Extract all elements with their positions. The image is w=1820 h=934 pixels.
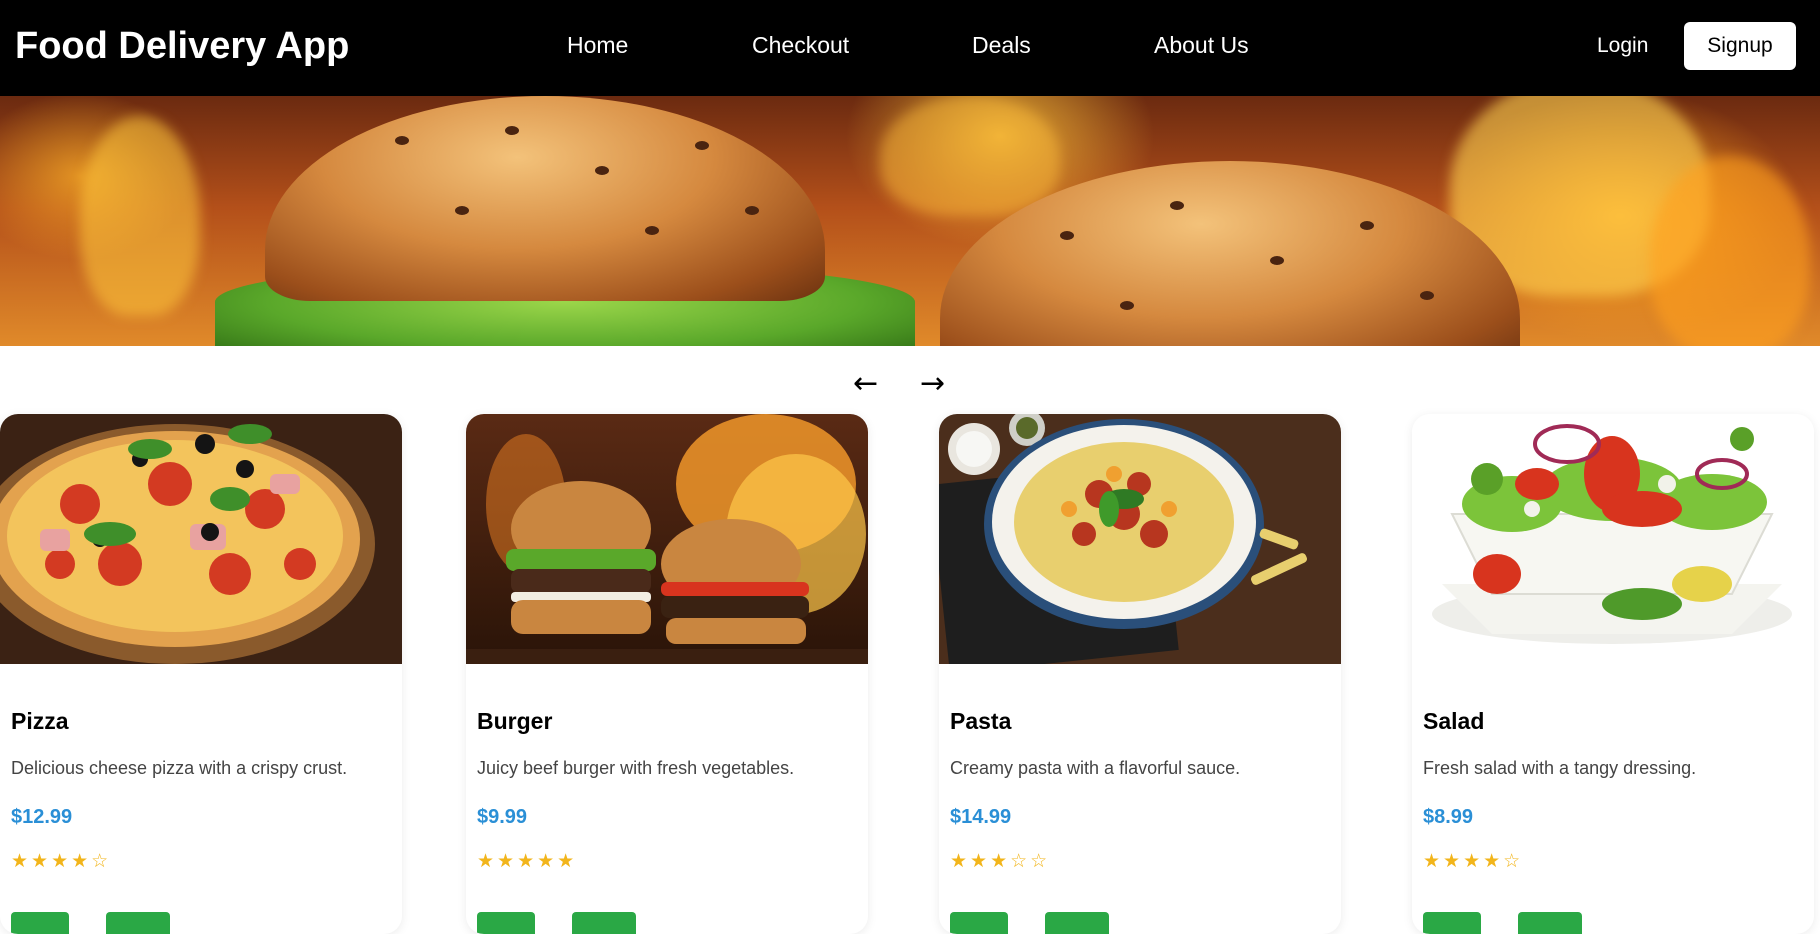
product-action-button[interactable] bbox=[11, 912, 69, 934]
salad-image bbox=[1412, 414, 1814, 664]
nav-links: Home Checkout Deals About Us bbox=[0, 28, 1820, 64]
carousel-prev-arrow-icon[interactable]: ← bbox=[853, 366, 878, 402]
nav-checkout[interactable]: Checkout bbox=[752, 28, 849, 62]
navbar: Food Delivery App Home Checkout Deals Ab… bbox=[0, 0, 1820, 96]
product-name: Pizza bbox=[11, 708, 69, 734]
product-action-button[interactable] bbox=[477, 912, 535, 934]
product-card-pizza[interactable]: Pizza Delicious cheese pizza with a cris… bbox=[0, 414, 402, 934]
product-price: $14.99 bbox=[950, 806, 1012, 828]
product-action-button[interactable] bbox=[950, 912, 1008, 934]
product-price: $12.99 bbox=[11, 806, 73, 828]
product-action-button-secondary[interactable] bbox=[1045, 912, 1109, 934]
hero-banner-image bbox=[0, 96, 1820, 346]
product-action-button-secondary[interactable] bbox=[1518, 912, 1582, 934]
product-card-pasta[interactable]: Pasta Creamy pasta with a flavorful sauc… bbox=[939, 414, 1341, 934]
rating-stars-icon: ★★★★★ bbox=[477, 850, 578, 872]
product-name: Burger bbox=[477, 708, 553, 734]
carousel-next-arrow-icon[interactable]: → bbox=[920, 366, 945, 402]
rating-stars-icon: ★★★★☆ bbox=[11, 850, 112, 872]
product-description: Creamy pasta with a flavorful sauce. bbox=[950, 758, 1241, 778]
product-description: Fresh salad with a tangy dressing. bbox=[1423, 758, 1697, 778]
product-price: $8.99 bbox=[1423, 806, 1474, 828]
product-action-button[interactable] bbox=[1423, 912, 1481, 934]
nav-about-us[interactable]: About Us bbox=[1154, 28, 1249, 62]
nav-deals[interactable]: Deals bbox=[972, 28, 1031, 62]
product-card-burger[interactable]: Burger Juicy beef burger with fresh vege… bbox=[466, 414, 868, 934]
product-description: Juicy beef burger with fresh vegetables. bbox=[477, 758, 795, 778]
product-price: $9.99 bbox=[477, 806, 528, 828]
login-link[interactable]: Login bbox=[1597, 30, 1648, 62]
signup-button[interactable]: Signup bbox=[1684, 22, 1796, 70]
product-action-button-secondary[interactable] bbox=[572, 912, 636, 934]
pasta-image bbox=[939, 414, 1341, 664]
rating-stars-icon: ★★★☆☆ bbox=[950, 850, 1051, 872]
product-action-button-secondary[interactable] bbox=[106, 912, 170, 934]
product-name: Salad bbox=[1423, 708, 1485, 734]
product-description: Delicious cheese pizza with a crispy cru… bbox=[11, 758, 348, 778]
rating-stars-icon: ★★★★☆ bbox=[1423, 850, 1524, 872]
burger-image bbox=[466, 414, 868, 664]
product-name: Pasta bbox=[950, 708, 1012, 734]
pizza-image bbox=[0, 414, 402, 664]
product-card-salad[interactable]: Salad Fresh salad with a tangy dressing.… bbox=[1412, 414, 1814, 934]
nav-home[interactable]: Home bbox=[567, 28, 628, 62]
